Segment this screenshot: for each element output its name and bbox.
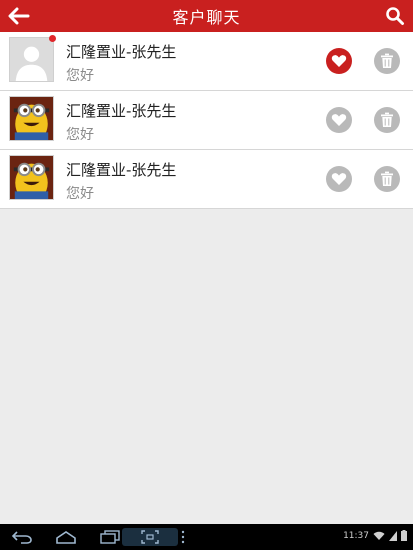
top-bar: 客户聊天 <box>0 0 413 32</box>
trash-icon <box>381 112 393 127</box>
heart-icon <box>331 173 347 185</box>
contact-name: 汇隆置业-张先生 <box>66 102 177 120</box>
contact-name: 汇隆置业-张先生 <box>66 43 177 61</box>
page-title: 客户聊天 <box>172 8 241 27</box>
system-recent-apps-button[interactable] <box>96 528 124 546</box>
menu-dots-icon <box>181 530 185 544</box>
wifi-icon <box>373 531 385 540</box>
screenshot-icon <box>141 530 159 544</box>
system-menu-button[interactable] <box>178 528 188 546</box>
signal-icon <box>389 530 397 541</box>
default-person-avatar-icon <box>10 38 53 81</box>
search-button[interactable] <box>383 4 407 28</box>
system-nav-bar: 11:37 <box>0 524 413 550</box>
favorite-button[interactable] <box>326 107 352 133</box>
status-area: 11:37 <box>343 530 407 541</box>
search-icon <box>386 7 404 25</box>
back-button[interactable] <box>6 4 32 28</box>
recent-apps-icon <box>100 530 120 544</box>
conversation-list: 汇隆置业-张先生 您好 汇隆置业-张先生 您好 汇隆置业-张先生 您好 <box>0 32 413 209</box>
back-icon <box>11 531 32 544</box>
minion-avatar-icon <box>10 156 53 199</box>
last-message: 您好 <box>66 127 94 143</box>
arrow-left-icon <box>8 7 30 25</box>
contact-name: 汇隆置业-张先生 <box>66 161 177 179</box>
system-screenshot-button[interactable] <box>122 528 178 546</box>
conversation-row[interactable]: 汇隆置业-张先生 您好 <box>0 32 413 91</box>
clock: 11:37 <box>343 530 369 541</box>
trash-icon <box>381 53 393 68</box>
heart-icon <box>331 55 347 67</box>
system-home-button[interactable] <box>52 528 80 546</box>
heart-icon <box>331 114 347 126</box>
trash-icon <box>381 171 393 186</box>
unread-badge <box>49 35 56 42</box>
conversation-row[interactable]: 汇隆置业-张先生 您好 <box>0 150 413 209</box>
minion-avatar-icon <box>10 97 53 140</box>
delete-button[interactable] <box>374 48 400 74</box>
last-message: 您好 <box>66 68 94 84</box>
delete-button[interactable] <box>374 107 400 133</box>
delete-button[interactable] <box>374 166 400 192</box>
conversation-row[interactable]: 汇隆置业-张先生 您好 <box>0 91 413 150</box>
favorite-button[interactable] <box>326 166 352 192</box>
home-icon <box>56 531 76 544</box>
battery-icon <box>401 530 407 541</box>
avatar <box>9 35 56 82</box>
favorite-button[interactable] <box>326 48 352 74</box>
system-back-button[interactable] <box>8 528 36 546</box>
avatar <box>9 155 54 200</box>
last-message: 您好 <box>66 186 94 202</box>
avatar <box>9 96 54 141</box>
